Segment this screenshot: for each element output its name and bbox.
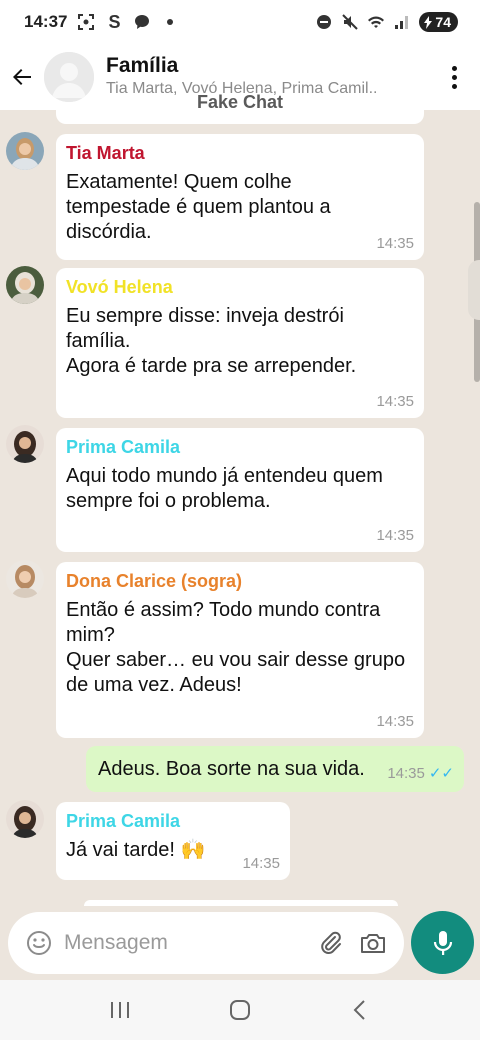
outgoing-message-bubble[interactable]: Adeus. Boa sorte na sua vida. 14:35 ✓✓ bbox=[86, 746, 464, 792]
signal-icon bbox=[393, 13, 411, 31]
message-time: 14:35 bbox=[376, 393, 414, 410]
system-nav-bar bbox=[0, 980, 480, 1040]
next-message-edge bbox=[84, 900, 398, 906]
message-bubble[interactable]: Tia Marta Exatamente! Quem colhe tempest… bbox=[56, 134, 424, 260]
attach-icon[interactable] bbox=[314, 926, 348, 960]
message-text: Então é assim? Todo mundo contra mim? Qu… bbox=[66, 599, 406, 696]
message-time: 14:35 bbox=[376, 713, 414, 730]
sender-name: Prima Camila bbox=[66, 811, 181, 831]
battery-indicator: 74 bbox=[419, 12, 458, 32]
message-text: Eu sempre disse: inveja destrói família.… bbox=[66, 305, 357, 377]
message-time: 14:35 bbox=[387, 765, 425, 782]
sender-name: Tia Marta bbox=[66, 143, 145, 163]
avatar-tia-marta[interactable] bbox=[6, 132, 44, 170]
sender-name: Dona Clarice (sogra) bbox=[66, 571, 243, 591]
more-options-icon[interactable] bbox=[442, 57, 466, 97]
read-ticks-icon: ✓✓ bbox=[428, 765, 454, 782]
charging-icon bbox=[424, 15, 433, 29]
message-bubble[interactable]: Prima Camila Aqui todo mundo já entendeu… bbox=[56, 428, 424, 552]
wifi-icon bbox=[367, 13, 385, 31]
sender-name: Prima Camila bbox=[66, 437, 181, 457]
microphone-icon bbox=[433, 930, 452, 955]
home-button[interactable] bbox=[220, 990, 260, 1030]
back-chevron-icon bbox=[353, 1000, 365, 1020]
message-input[interactable] bbox=[64, 931, 264, 955]
back-nav-button[interactable] bbox=[340, 990, 380, 1030]
status-time: 14:37 bbox=[24, 12, 68, 31]
message-time: 14:35 bbox=[242, 855, 280, 872]
message-bubble[interactable]: Vovó Helena Eu sempre disse: inveja dest… bbox=[56, 268, 424, 418]
avatar-prima-camila[interactable] bbox=[6, 800, 44, 838]
home-icon bbox=[230, 1000, 250, 1020]
message-text: Aqui todo mundo já entendeu quem sempre … bbox=[66, 465, 383, 512]
avatar-dona-clarice[interactable] bbox=[6, 560, 44, 598]
message-time: 14:35 bbox=[376, 527, 414, 544]
camera-icon[interactable] bbox=[356, 926, 390, 960]
back-arrow-icon bbox=[13, 69, 31, 85]
avatar-prima-camila[interactable] bbox=[6, 425, 44, 463]
dot-icon bbox=[161, 13, 179, 31]
mute-icon bbox=[341, 13, 359, 31]
chat-area[interactable]: Tia Marta Exatamente! Quem colhe tempest… bbox=[0, 110, 480, 906]
message-text: Exatamente! Quem colhe tempestade é quem… bbox=[66, 171, 331, 243]
message-icon bbox=[133, 13, 151, 31]
mic-button[interactable] bbox=[411, 911, 474, 974]
scroll-handle[interactable] bbox=[468, 260, 480, 320]
recents-icon bbox=[111, 1002, 129, 1018]
message-composer bbox=[8, 912, 404, 974]
dnd-icon bbox=[315, 13, 333, 31]
avatar-vovo-helena[interactable] bbox=[6, 266, 44, 304]
message-bubble[interactable]: Dona Clarice (sogra) Então é assim? Todo… bbox=[56, 562, 424, 738]
screenshot-icon bbox=[77, 13, 95, 31]
sender-name: Vovó Helena bbox=[66, 277, 173, 297]
s-icon: S bbox=[108, 11, 121, 32]
message-time-wrap: 14:35 ✓✓ bbox=[387, 764, 454, 782]
message-time: 14:35 bbox=[376, 235, 414, 252]
message-bubble[interactable]: Prima Camila Já vai tarde! 🙌 14:35 bbox=[56, 802, 290, 880]
status-bar: 14:37 S 74 bbox=[0, 0, 480, 44]
group-name: Família bbox=[106, 54, 179, 77]
battery-level: 74 bbox=[435, 14, 451, 30]
watermark: Fake Chat bbox=[196, 92, 284, 112]
recents-button[interactable] bbox=[100, 990, 140, 1030]
emoji-icon[interactable] bbox=[22, 926, 56, 960]
